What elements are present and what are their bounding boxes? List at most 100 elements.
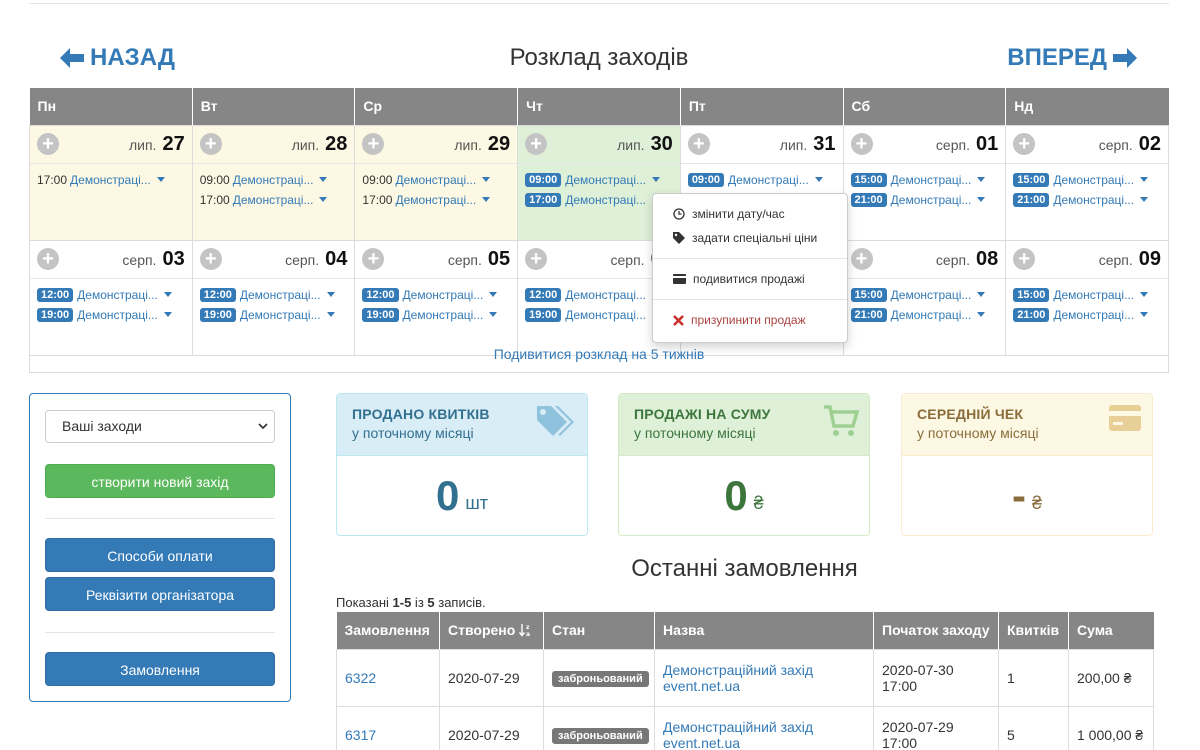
event-name[interactable]: Демонстраці...	[891, 173, 972, 187]
add-event-icon[interactable]: +	[362, 133, 385, 155]
event-name[interactable]: Демонстраці...	[891, 288, 972, 302]
event-name[interactable]: Демонстраці...	[565, 308, 646, 322]
calendar-event[interactable]: 15:00 Демонстраці...	[1006, 170, 1168, 190]
forward-button[interactable]: ВПЕРЕД	[1007, 44, 1137, 72]
caret-down-icon[interactable]	[1140, 177, 1149, 182]
menu-item-change-datetime[interactable]: змінити дату/час	[653, 202, 847, 226]
calendar-event[interactable]: 12:00 Демонстраці...	[193, 285, 355, 305]
event-name[interactable]: Демонстраці...	[403, 308, 484, 322]
caret-down-icon[interactable]	[977, 177, 986, 182]
caret-down-icon[interactable]	[814, 177, 823, 182]
caret-down-icon[interactable]	[1140, 292, 1149, 297]
caret-down-icon[interactable]	[977, 197, 986, 202]
caret-down-icon[interactable]	[326, 312, 335, 317]
event-name[interactable]: Демонстраці...	[1053, 193, 1134, 207]
add-event-icon[interactable]: +	[1013, 133, 1036, 155]
calendar-event[interactable]: 09:00 Демонстраці...	[193, 170, 355, 190]
column-header-sum[interactable]: Сума	[1068, 612, 1154, 649]
event-name[interactable]: Демонстраці...	[70, 173, 151, 187]
event-name[interactable]: Демонстраці...	[565, 288, 646, 302]
event-name[interactable]: Демонстраці...	[728, 173, 809, 187]
caret-down-icon[interactable]	[326, 292, 335, 297]
caret-down-icon[interactable]	[489, 312, 498, 317]
event-name[interactable]: Демонстраці...	[240, 308, 321, 322]
add-event-icon[interactable]: +	[850, 248, 873, 270]
calendar-event[interactable]: 17:00 Демонстраці...	[193, 190, 355, 210]
add-event-icon[interactable]: +	[199, 133, 222, 155]
add-event-icon[interactable]: +	[850, 133, 873, 155]
calendar-event[interactable]: 09:00 Демонстраці...	[355, 170, 517, 190]
column-header-status[interactable]: Стан	[543, 612, 655, 649]
events-select[interactable]: Ваші заходи	[45, 410, 275, 443]
caret-down-icon[interactable]	[319, 177, 328, 182]
caret-down-icon[interactable]	[156, 177, 165, 182]
event-name[interactable]: Демонстраці...	[1053, 308, 1134, 322]
calendar-event[interactable]: 12:00 Демонстраці...	[30, 285, 192, 305]
event-name[interactable]: Демонстраці...	[891, 193, 972, 207]
calendar-event[interactable]: 15:00 Демонстраці...	[844, 285, 1006, 305]
caret-down-icon[interactable]	[652, 177, 660, 182]
add-event-icon[interactable]: +	[525, 133, 548, 155]
order-id-link[interactable]: 6317	[345, 727, 376, 743]
add-event-icon[interactable]: +	[37, 248, 59, 270]
calendar-event[interactable]: 15:00 Демонстраці...	[1006, 285, 1168, 305]
calendar-event[interactable]: 21:00 Демонстраці...	[844, 305, 1006, 325]
calendar-event[interactable]: 15:00 Демонстраці...	[844, 170, 1006, 190]
add-event-icon[interactable]: +	[199, 248, 222, 270]
menu-item-pause-sales[interactable]: призупинити продаж	[653, 308, 847, 332]
add-event-icon[interactable]: +	[525, 248, 548, 270]
calendar-event[interactable]: 19:00 Демонстраці...	[355, 305, 517, 325]
caret-down-icon[interactable]	[977, 312, 986, 317]
event-name[interactable]: Демонстраці...	[395, 173, 476, 187]
order-id-link[interactable]: 6322	[345, 670, 376, 686]
column-header-name[interactable]: Назва	[654, 612, 874, 649]
caret-down-icon[interactable]	[977, 292, 986, 297]
event-name[interactable]: Демонстраці...	[77, 308, 158, 322]
event-name[interactable]: Демонстраці...	[565, 193, 646, 207]
calendar-event[interactable]: 09:00 Демонстраці...	[518, 170, 680, 190]
caret-down-icon[interactable]	[163, 312, 172, 317]
event-name[interactable]: Демонстраці...	[1053, 173, 1134, 187]
calendar-event[interactable]: 17:00 Демонстраці...	[355, 190, 517, 210]
event-domain-link[interactable]: event.net.ua	[663, 678, 740, 694]
caret-down-icon[interactable]	[319, 197, 328, 202]
calendar-event[interactable]: 12:00 Демонстраці...	[355, 285, 517, 305]
caret-down-icon[interactable]	[1140, 197, 1149, 202]
caret-down-icon[interactable]	[489, 292, 498, 297]
event-name[interactable]: Демонстраці...	[891, 308, 972, 322]
payment-methods-button[interactable]: Способи оплати	[45, 538, 275, 572]
calendar-event[interactable]: 21:00 Демонстраці...	[1006, 305, 1168, 325]
event-domain-link[interactable]: event.net.ua	[663, 735, 740, 750]
calendar-event[interactable]: 19:00 Демонстраці...	[193, 305, 355, 325]
event-name[interactable]: Демонстраці...	[395, 193, 476, 207]
event-name-link[interactable]: Демонстраційний захід	[663, 719, 813, 735]
organizer-details-button[interactable]: Реквізити організатора	[45, 577, 275, 611]
add-event-icon[interactable]: +	[1013, 248, 1036, 270]
caret-down-icon[interactable]	[482, 177, 491, 182]
event-name[interactable]: Демонстраці...	[1053, 288, 1134, 302]
event-name[interactable]: Демонстраці...	[565, 173, 646, 187]
event-name-link[interactable]: Демонстраційний захід	[663, 662, 813, 678]
event-name[interactable]: Демонстраці...	[233, 173, 314, 187]
calendar-event[interactable]: 21:00 Демонстраці...	[1006, 190, 1168, 210]
orders-button[interactable]: Замовлення	[45, 652, 275, 686]
calendar-event[interactable]: 21:00 Демонстраці...	[844, 190, 1006, 210]
event-name[interactable]: Демонстраці...	[233, 193, 314, 207]
add-event-icon[interactable]: +	[37, 133, 59, 155]
caret-down-icon[interactable]	[482, 197, 491, 202]
caret-down-icon[interactable]	[163, 292, 172, 297]
add-event-icon[interactable]: +	[687, 133, 710, 155]
event-name[interactable]: Демонстраці...	[77, 288, 158, 302]
column-header-start[interactable]: Початок заходу	[873, 612, 999, 649]
calendar-event[interactable]: 19:00 Демонстраці...	[30, 305, 192, 325]
column-header-tickets[interactable]: Квитків	[998, 612, 1069, 649]
event-name[interactable]: Демонстраці...	[240, 288, 321, 302]
caret-down-icon[interactable]	[1140, 312, 1149, 317]
add-event-icon[interactable]: +	[362, 248, 385, 270]
event-name[interactable]: Демонстраці...	[403, 288, 484, 302]
menu-item-view-sales[interactable]: подивитися продажі	[653, 267, 847, 291]
menu-item-special-prices[interactable]: задати спеціальні ціни	[653, 226, 847, 250]
calendar-event[interactable]: 17:00 Демонстраці...	[30, 170, 192, 190]
create-event-button[interactable]: створити новий захід	[45, 464, 275, 498]
column-header-created[interactable]: Створено za	[439, 612, 544, 649]
